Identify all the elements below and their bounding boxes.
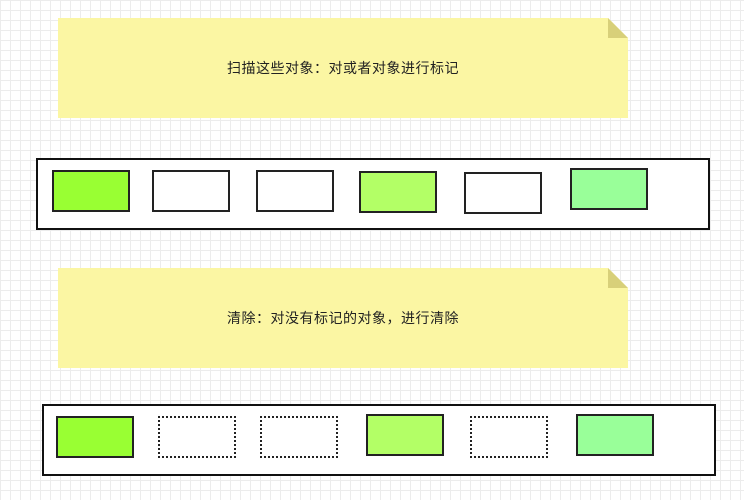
sweep-object-bar xyxy=(42,404,716,476)
object-2-cleared xyxy=(158,416,236,458)
sweep-step-note-fold xyxy=(608,268,628,288)
object-4-marked xyxy=(359,171,437,213)
sweep-step-note: 清除：对没有标记的对象，进行清除 xyxy=(58,268,628,368)
object-6-marked xyxy=(570,168,648,210)
object-6-kept xyxy=(576,414,654,456)
object-1-kept xyxy=(56,416,134,458)
mark-step-note: 扫描这些对象：对或者对象进行标记 xyxy=(58,18,628,118)
object-5-cleared xyxy=(470,416,548,458)
object-2-unmarked xyxy=(152,170,230,212)
mark-object-bar xyxy=(36,158,710,230)
object-4-kept xyxy=(366,414,444,456)
mark-step-text: 扫描这些对象：对或者对象进行标记 xyxy=(227,61,459,77)
object-3-unmarked xyxy=(256,170,334,212)
object-3-cleared xyxy=(260,416,338,458)
object-1-marked xyxy=(52,170,130,212)
object-5-unmarked xyxy=(464,172,542,214)
sweep-step-text: 清除：对没有标记的对象，进行清除 xyxy=(227,311,459,327)
mark-step-note-fold xyxy=(608,18,628,38)
